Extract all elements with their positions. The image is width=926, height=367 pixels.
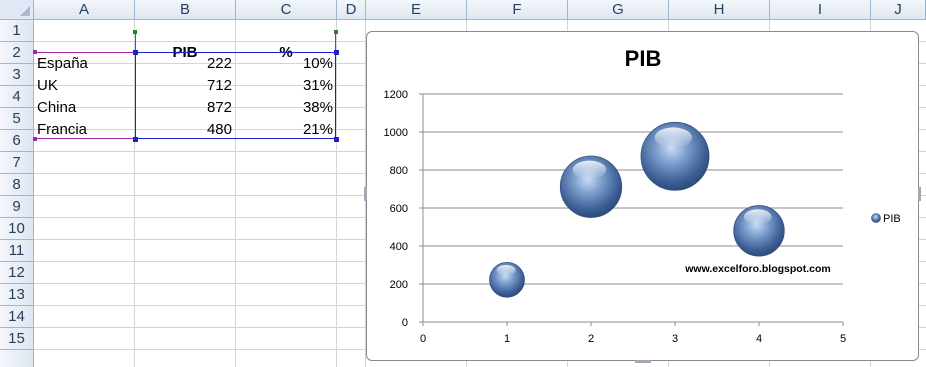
chart-resize-handle-left[interactable] [364,187,367,201]
row-header-10[interactable]: 10 [0,218,34,240]
row-header-15[interactable]: 15 [0,328,34,350]
bubble-highlight [743,209,772,225]
bubble-highlight [496,264,516,276]
row-header-9[interactable]: 9 [0,196,34,218]
data-range-highlight [135,52,336,139]
legend-label: PIB [883,213,901,225]
range-handle[interactable] [334,137,339,142]
x-tick-label: 1 [504,333,510,345]
y-tick-label: 800 [390,165,408,177]
category-range-highlight [34,52,135,139]
row-header-14[interactable]: 14 [0,306,34,328]
y-tick-label: 0 [402,317,408,329]
column-header-a[interactable]: A [34,0,135,20]
row-header-4[interactable]: 4 [0,86,34,108]
range-handle[interactable] [133,137,138,142]
row-header-11[interactable]: 11 [0,240,34,262]
range-handle[interactable] [334,30,338,34]
chart-gridlines [419,93,844,326]
legend-swatch [871,213,881,223]
row-header-3[interactable]: 3 [0,64,34,86]
x-tick-label: 4 [756,333,762,345]
range-handle[interactable] [133,30,137,34]
legend[interactable]: PIB [871,213,901,225]
row-header-8[interactable]: 8 [0,174,34,196]
x-tick-label: 5 [840,333,846,345]
row-header-5[interactable]: 5 [0,108,34,130]
row-header-13[interactable]: 13 [0,284,34,306]
chart-title: PIB [625,46,662,71]
column-header-e[interactable]: E [366,0,467,20]
range-handle[interactable] [133,50,138,55]
x-tick-label: 0 [420,333,426,345]
range-handle[interactable] [33,137,37,141]
row-header-16[interactable] [0,350,34,367]
x-tick-label: 3 [672,333,678,345]
select-all-triangle-icon [20,6,30,16]
row-header-2[interactable]: 2 [0,42,34,64]
chart-canvas: PIB 0 200 400 600 800 1000 1200 0 1 2 3 4 5 www.exce… [384,46,901,345]
watermark-annotation: www.excelforo.blogspot.com [684,263,830,275]
chart-resize-handle-right[interactable] [918,187,921,201]
bubble-chart[interactable]: PIB 0 200 400 600 800 1000 1200 0 1 2 3 4 5 www.exce… [364,31,921,363]
row-header-1[interactable]: 1 [0,20,34,42]
range-handle[interactable] [33,50,37,54]
y-tick-label: 600 [390,203,408,215]
gridline [336,20,337,367]
column-header-h[interactable]: H [669,0,770,20]
y-tick-label: 200 [390,279,408,291]
bubble-highlight [572,160,607,180]
series-name-highlight [135,31,336,52]
row-header-12[interactable]: 12 [0,262,34,284]
column-header-c[interactable]: C [236,0,337,20]
y-tick-label: 400 [390,241,408,253]
y-tick-label: 1000 [384,127,408,139]
bubble-highlight [654,127,692,148]
row-header-7[interactable]: 7 [0,152,34,174]
select-all-button[interactable] [0,0,34,20]
y-tick-label: 1200 [384,89,408,101]
column-header-g[interactable]: G [568,0,669,20]
column-header-d[interactable]: D [337,0,366,20]
row-header-6[interactable]: 6 [0,130,34,152]
column-header-i[interactable]: I [770,0,871,20]
column-header-f[interactable]: F [467,0,568,20]
chart-resize-handle-bottom[interactable] [635,360,651,363]
range-handle[interactable] [334,50,339,55]
column-header-j[interactable]: J [871,0,926,20]
column-header-b[interactable]: B [135,0,236,20]
x-tick-label: 2 [588,333,594,345]
